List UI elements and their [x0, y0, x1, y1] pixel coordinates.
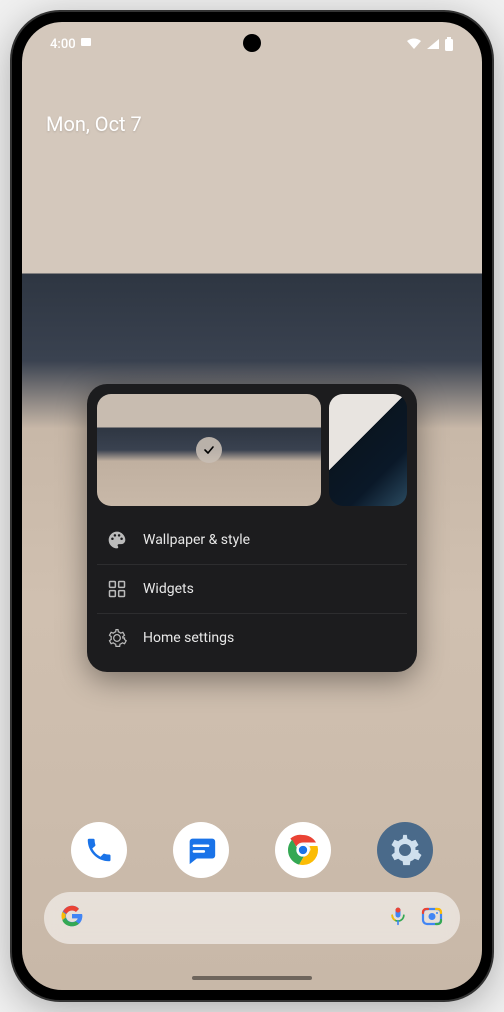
battery-icon [444, 37, 454, 51]
app-chrome[interactable] [275, 822, 331, 878]
camera-notch [243, 34, 261, 52]
phone-frame: 4:00 Mon, Oct 7 [12, 12, 492, 1000]
app-phone[interactable] [71, 822, 127, 878]
home-screen[interactable]: 4:00 Mon, Oct 7 [22, 22, 482, 990]
menu-items: Wallpaper & style Widgets Home settings [97, 516, 407, 662]
mic-icon[interactable] [388, 904, 408, 932]
search-bar[interactable] [44, 892, 460, 944]
clock-text: 4:00 [50, 37, 76, 52]
wifi-icon [406, 38, 422, 50]
menu-item-label: Widgets [143, 581, 194, 597]
signal-icon [426, 38, 440, 50]
google-icon [60, 904, 84, 932]
menu-item-home-settings[interactable]: Home settings [97, 613, 407, 662]
navigation-handle[interactable] [192, 976, 312, 980]
menu-item-label: Home settings [143, 630, 234, 646]
status-right [406, 37, 454, 51]
app-settings[interactable] [377, 822, 433, 878]
palette-icon [107, 530, 127, 550]
status-left: 4:00 [50, 36, 92, 52]
date-widget[interactable]: Mon, Oct 7 [46, 112, 142, 136]
lens-icon[interactable] [420, 904, 444, 932]
wallpaper-previews [97, 394, 407, 506]
notification-badge-icon [80, 36, 92, 52]
dock [22, 822, 482, 878]
home-context-menu: Wallpaper & style Widgets Home settings [87, 384, 417, 672]
widgets-icon [107, 579, 127, 599]
wallpaper-preview-selected[interactable] [97, 394, 321, 506]
app-messages[interactable] [173, 822, 229, 878]
gear-icon [107, 628, 127, 648]
wallpaper-preview-alt[interactable] [329, 394, 407, 506]
menu-item-label: Wallpaper & style [143, 532, 250, 548]
check-icon [196, 437, 222, 463]
menu-item-widgets[interactable]: Widgets [97, 564, 407, 613]
menu-item-wallpaper-style[interactable]: Wallpaper & style [97, 516, 407, 564]
